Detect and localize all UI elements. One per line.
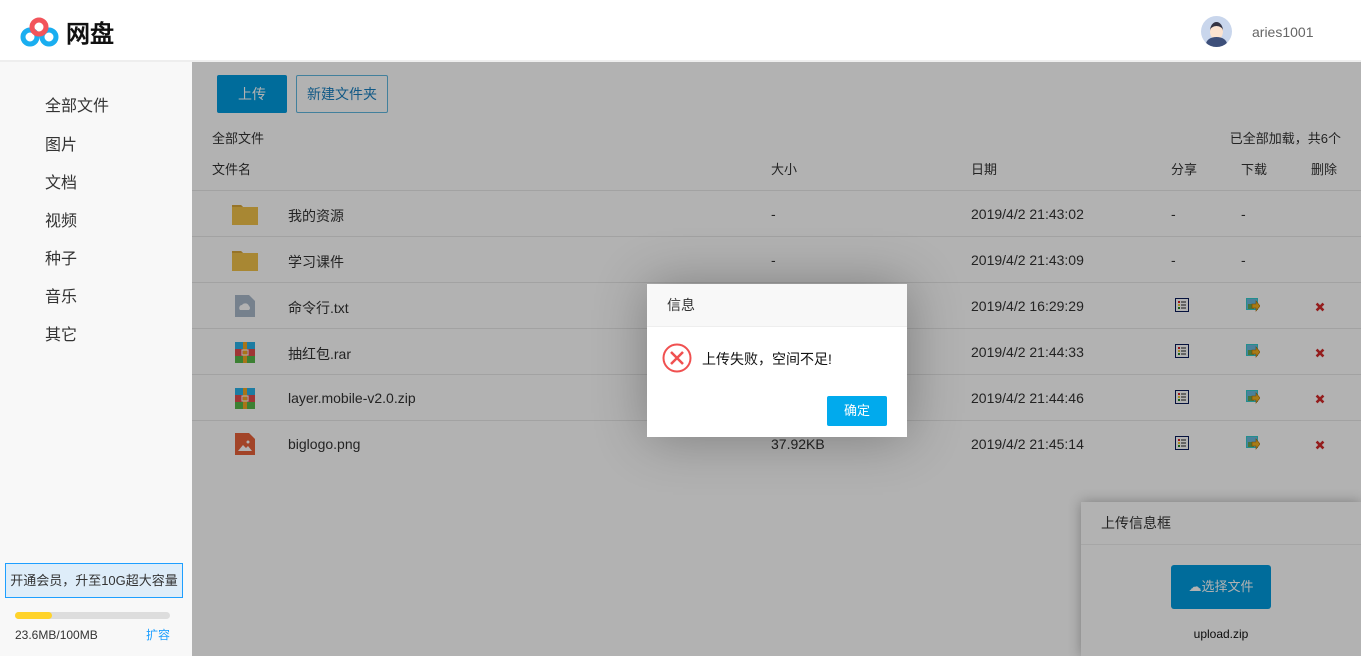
expand-storage-link[interactable]: 扩容: [146, 626, 170, 643]
avatar[interactable]: [1201, 16, 1232, 47]
sidebar-item-music[interactable]: 音乐: [45, 283, 77, 307]
storage-progress-bar: [15, 612, 170, 619]
dialog-title: 信息: [647, 284, 907, 327]
dialog-ok-button[interactable]: 确定: [827, 396, 887, 426]
dialog-message: 上传失败，空间不足!: [702, 351, 832, 367]
sidebar-item-other[interactable]: 其它: [45, 321, 77, 345]
sidebar-item-docs[interactable]: 文档: [45, 169, 77, 193]
sidebar-item-torrents[interactable]: 种子: [45, 245, 77, 269]
vip-upgrade-banner[interactable]: 开通会员，升至10G超大容量: [5, 563, 183, 598]
error-dialog: 信息 上传失败，空间不足! 确定: [647, 284, 907, 437]
storage-progress-fill: [15, 612, 52, 619]
panel-overlay: [1081, 502, 1361, 656]
sidebar-item-images[interactable]: 图片: [45, 131, 77, 155]
error-icon: [662, 343, 692, 373]
cloud-logo-icon: [20, 17, 59, 46]
sidebar-item-videos[interactable]: 视频: [45, 207, 77, 231]
storage-quota-text: 23.6MB/100MB: [15, 628, 98, 642]
logo-text: 网盘: [66, 21, 114, 48]
username[interactable]: aries1001: [1252, 24, 1314, 40]
sidebar-item-all[interactable]: 全部文件: [45, 92, 109, 116]
logo[interactable]: 网盘: [20, 14, 114, 49]
user-menu[interactable]: aries1001: [1201, 16, 1314, 47]
header: 网盘 aries1001: [0, 0, 1361, 62]
